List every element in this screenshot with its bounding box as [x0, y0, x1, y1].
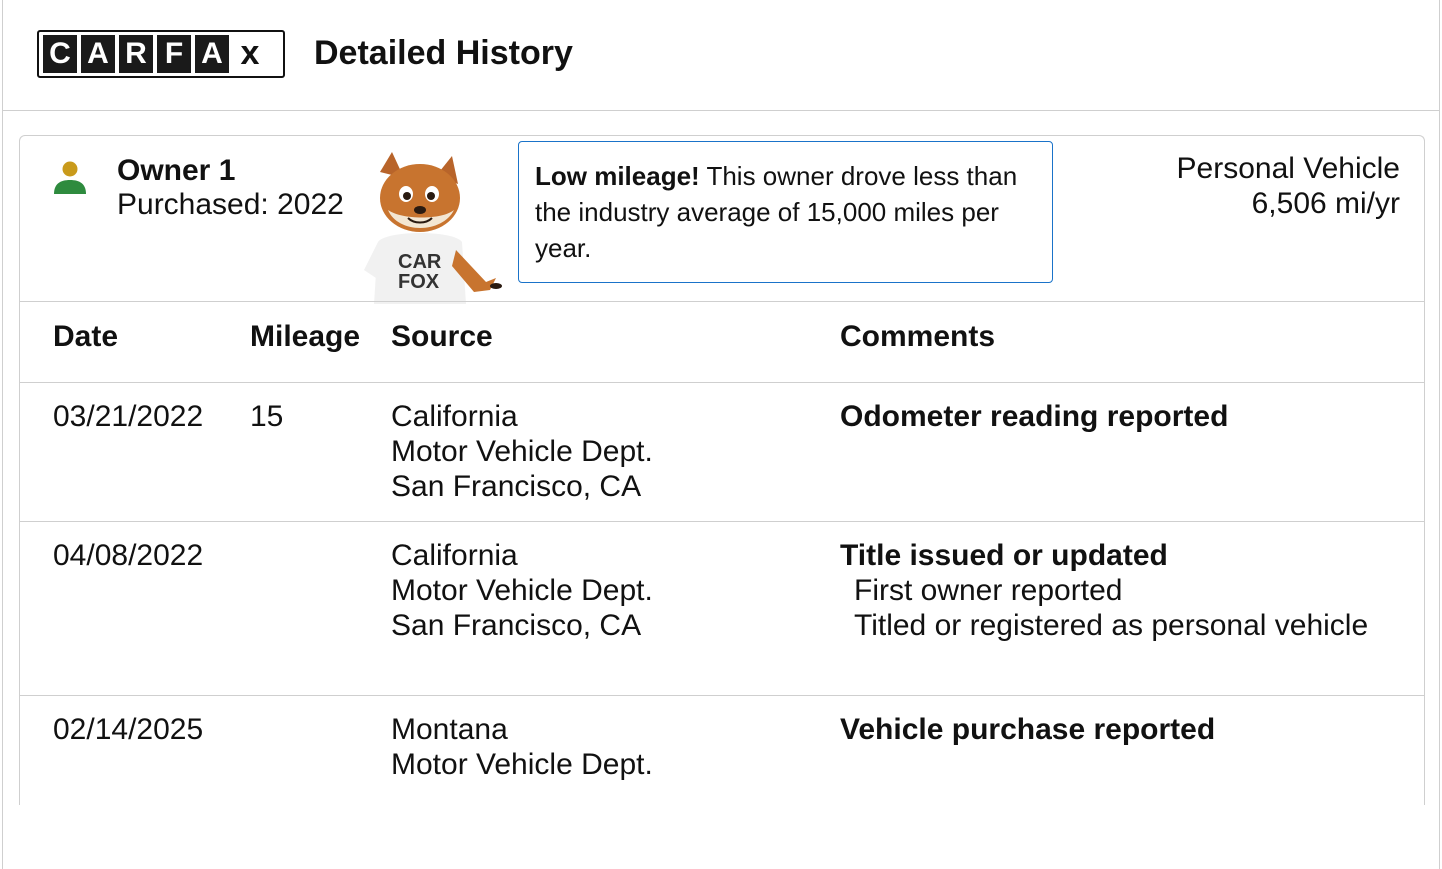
table-row: 03/21/2022 15 California Motor Vehicle D…: [20, 383, 1424, 522]
comment-headline: Vehicle purchase reported: [840, 713, 1216, 746]
logo-letter: R: [119, 35, 153, 73]
owner-history-card: Owner 1 Purchased: 2022 CAR FOX Low mile…: [19, 135, 1425, 805]
callout-headline: Low mileage!: [535, 161, 700, 191]
miles-per-year: 6,506 mi/yr: [1251, 187, 1400, 220]
row-date: 03/21/2022: [53, 400, 204, 433]
comment-detail: Titled or registered as personal vehicle: [854, 609, 1369, 642]
column-header-source: Source: [391, 320, 493, 353]
source-line: California: [391, 400, 518, 433]
source-line: California: [391, 539, 518, 572]
column-header-comments: Comments: [840, 320, 996, 353]
svg-text:CAR: CAR: [398, 251, 442, 273]
logo-letter: A: [81, 35, 115, 73]
comment-headline: Title issued or updated: [840, 539, 1168, 572]
row-source: California Motor Vehicle Dept. San Franc…: [391, 399, 653, 504]
carfax-logo: C A R F A x: [37, 30, 285, 78]
source-line: Motor Vehicle Dept.: [391, 435, 653, 468]
logo-letter: A: [195, 35, 229, 73]
owner-purchased-year: Purchased: 2022: [117, 188, 344, 221]
logo-letter: x: [233, 34, 267, 73]
source-line: Motor Vehicle Dept.: [391, 748, 653, 781]
comment-detail: First owner reported: [854, 574, 1123, 607]
table-row: 04/08/2022 California Motor Vehicle Dept…: [20, 522, 1424, 696]
logo-letter: F: [157, 35, 191, 73]
row-date: 02/14/2025: [53, 713, 204, 746]
history-table: Date Mileage Source Comments 03/21/2022 …: [20, 301, 1424, 805]
carfox-mascot-icon: CAR FOX: [364, 152, 502, 304]
owner-name: Owner 1: [117, 154, 236, 187]
person-icon: [54, 161, 86, 194]
source-line: Montana: [391, 713, 508, 746]
svg-text:FOX: FOX: [398, 271, 440, 293]
report-header: C A R F A x Detailed History: [2, 0, 1440, 111]
source-line: San Francisco, CA: [391, 470, 642, 503]
column-header-date: Date: [53, 320, 119, 353]
comment-headline: Odometer reading reported: [840, 400, 1229, 433]
row-mileage: 15: [250, 400, 284, 433]
row-date: 04/08/2022: [53, 539, 204, 572]
source-line: San Francisco, CA: [391, 609, 642, 642]
row-source: California Motor Vehicle Dept. San Franc…: [391, 538, 653, 643]
column-header-mileage: Mileage: [250, 320, 361, 353]
row-source: Montana Motor Vehicle Dept.: [391, 712, 653, 782]
page-title: Detailed History: [314, 34, 573, 72]
row-comments: Title issued or updated First owner repo…: [840, 538, 1400, 643]
low-mileage-callout: Low mileage! This owner drove less than …: [518, 141, 1053, 283]
source-line: Motor Vehicle Dept.: [391, 574, 653, 607]
table-header-row: Date Mileage Source Comments: [20, 301, 1424, 383]
logo-letter: C: [43, 35, 77, 73]
row-comments: Vehicle purchase reported: [840, 712, 1400, 747]
table-row: 02/14/2025 Montana Motor Vehicle Dept. V…: [20, 696, 1424, 805]
row-comments: Odometer reading reported: [840, 399, 1400, 434]
vehicle-type: Personal Vehicle: [1176, 152, 1400, 185]
